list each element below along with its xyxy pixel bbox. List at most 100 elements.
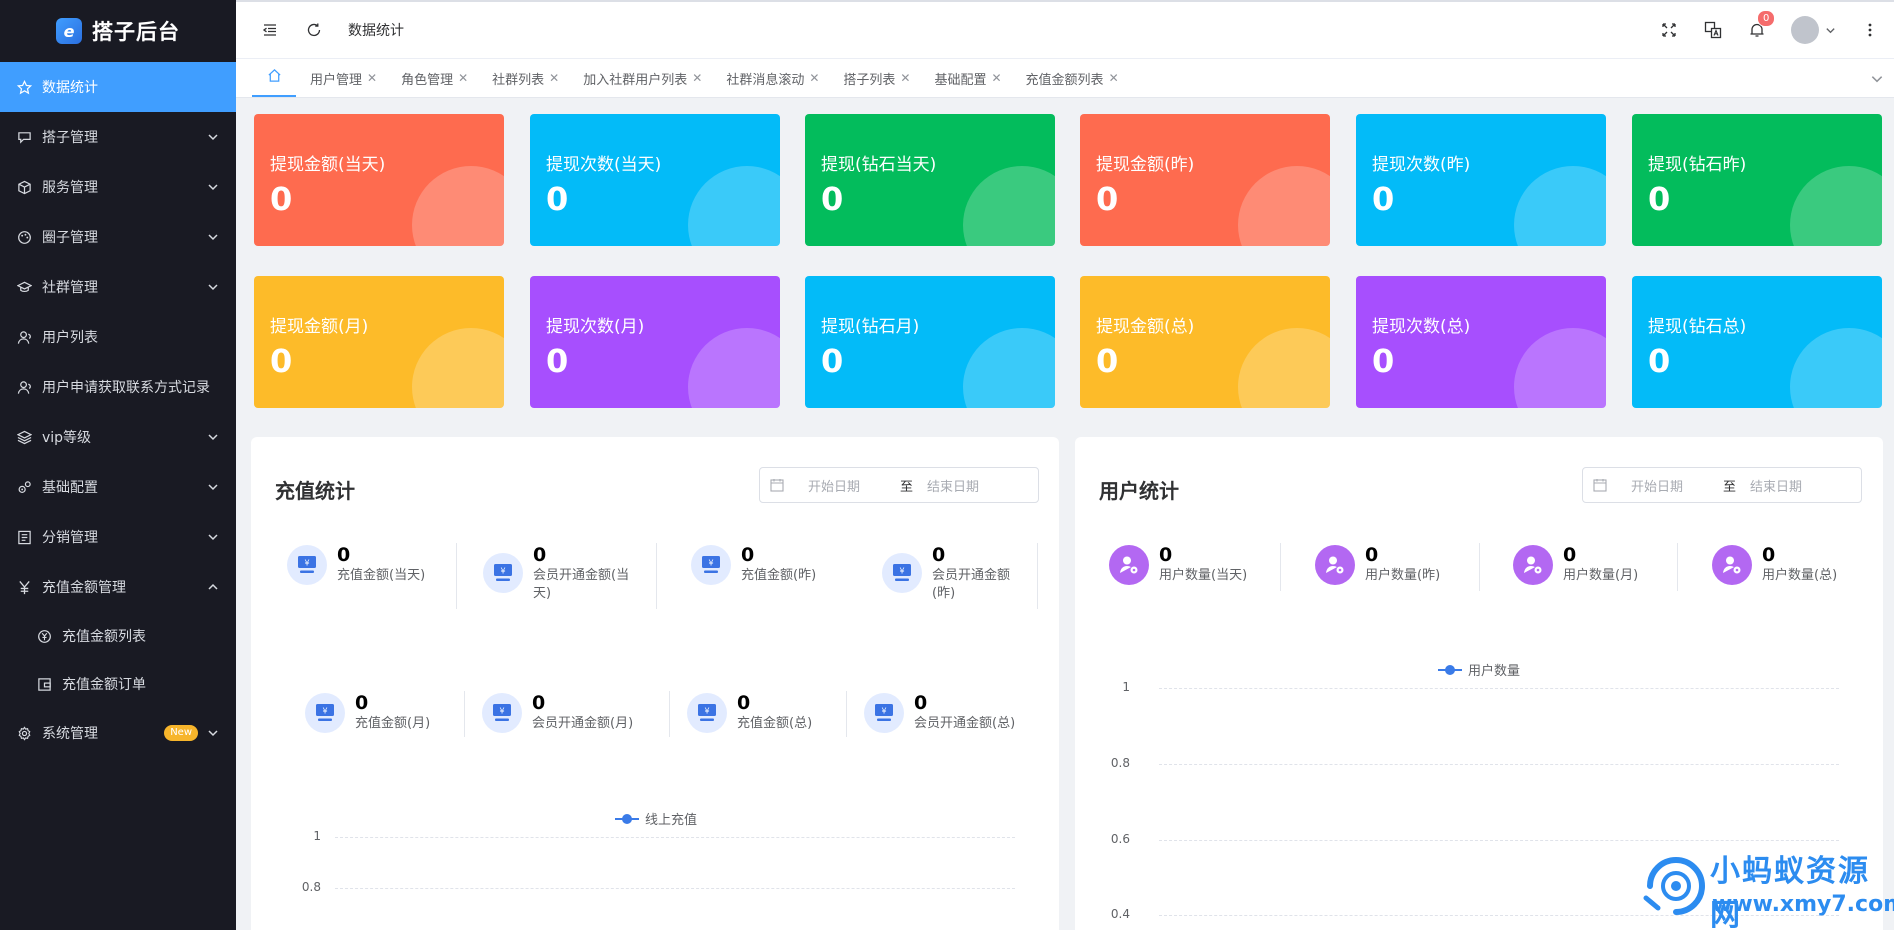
sidebar-item-basic-config[interactable]: 基础配置	[0, 462, 236, 512]
sidebar-item-service-management[interactable]: 服务管理	[0, 162, 236, 212]
stat-card-withdraw-diamond-total: 提现(钻石总) 0	[1632, 276, 1882, 408]
stat-card-withdraw-count-yesterday: 提现次数(昨) 0	[1356, 114, 1606, 246]
more-vertical-icon[interactable]	[1860, 20, 1880, 40]
tab-basic-config[interactable]: 基础配置 ✕	[920, 59, 1011, 97]
sidebar-item-label: 服务管理	[42, 180, 98, 196]
sidebar-item-dazi-management[interactable]: 搭子管理	[0, 112, 236, 162]
user-date-range-picker[interactable]: 开始日期 至 结束日期	[1582, 467, 1862, 503]
card-value: 0	[1096, 180, 1119, 218]
close-icon[interactable]: ✕	[900, 71, 910, 85]
avatar	[1791, 16, 1819, 44]
sidebar-item-vip-level[interactable]: vip等级	[0, 412, 236, 462]
calendar-icon	[1593, 478, 1607, 492]
card-title: 提现次数(当天)	[546, 155, 662, 175]
sidebar-item-label: 充值金额列表	[62, 629, 146, 645]
recharge-stat-amount-month: ¥ 0 充值金额(月)	[305, 691, 430, 733]
recharge-date-range-picker[interactable]: 开始日期 至 结束日期	[759, 467, 1039, 503]
legend-label: 线上充值	[645, 813, 698, 828]
sidebar-item-distribution-management[interactable]: 分销管理	[0, 512, 236, 562]
end-date-input[interactable]: 结束日期	[927, 476, 979, 495]
tab-user-management[interactable]: 用户管理 ✕	[296, 59, 387, 97]
close-icon[interactable]: ✕	[367, 71, 377, 85]
translate-icon[interactable]	[1703, 20, 1723, 40]
tab-community-message-scroll[interactable]: 社群消息滚动 ✕	[712, 59, 829, 97]
stat-label: 会员开通金额(当天)	[533, 568, 630, 601]
sidebar-item-circle-management[interactable]: 圈子管理	[0, 212, 236, 262]
divider	[1479, 543, 1480, 591]
tab-label: 用户管理	[310, 72, 363, 88]
calendar-icon	[770, 478, 784, 492]
tab-label: 社群消息滚动	[726, 72, 805, 88]
notification-bell-icon[interactable]: 0	[1747, 10, 1776, 40]
close-icon[interactable]: ✕	[692, 71, 702, 85]
sidebar-item-community-management[interactable]: 社群管理	[0, 262, 236, 312]
chart-legend-user-count[interactable]: 用户数量	[1438, 660, 1520, 679]
card-title: 提现次数(总)	[1372, 317, 1471, 337]
card-value: 0	[270, 180, 293, 218]
sidebar-item-label: 用户列表	[42, 330, 98, 346]
tab-home[interactable]	[252, 59, 296, 97]
card-decoration	[1790, 166, 1882, 246]
app-title: 搭子后台	[92, 20, 180, 44]
chevron-down-icon	[206, 530, 220, 544]
sidebar-item-recharge-management[interactable]: 充值金额管理	[0, 562, 236, 612]
start-date-input[interactable]: 开始日期	[1631, 476, 1717, 495]
close-icon[interactable]: ✕	[458, 71, 468, 85]
chevron-down-icon[interactable]	[1870, 71, 1884, 90]
tab-role-management[interactable]: 角色管理 ✕	[387, 59, 478, 97]
divider	[1677, 543, 1678, 591]
user-settings-icon	[1109, 545, 1149, 585]
sidebar-item-data-statistics[interactable]: 数据统计	[0, 62, 236, 112]
chevron-up-icon	[206, 580, 220, 594]
tab-community-list[interactable]: 社群列表 ✕	[478, 59, 569, 97]
user-stat-yesterday: 0 用户数量(昨)	[1315, 543, 1440, 585]
stat-value: 0	[737, 692, 751, 714]
svg-text:¥: ¥	[500, 567, 505, 576]
card-value: 0	[270, 342, 293, 380]
user-menu[interactable]	[1791, 16, 1836, 44]
y-axis-tick: 0.4	[1110, 907, 1130, 921]
end-date-input[interactable]: 结束日期	[1750, 476, 1802, 495]
start-date-input[interactable]: 开始日期	[808, 476, 894, 495]
stat-card-withdraw-diamond-month: 提现(钻石月) 0	[805, 276, 1055, 408]
stat-value: 0	[1563, 544, 1577, 566]
recharge-stat-amount-yesterday: ¥ 0 充值金额(昨)	[691, 543, 816, 585]
card-decoration	[1514, 328, 1606, 408]
app-logo[interactable]: e 搭子后台	[0, 0, 236, 62]
recharge-stat-membership-yesterday: ¥ 0 会员开通金额(昨)	[882, 543, 1028, 603]
tab-recharge-amount-list[interactable]: 充值金额列表 ✕	[1012, 59, 1129, 97]
close-icon[interactable]: ✕	[809, 71, 819, 85]
legend-line-marker	[1438, 664, 1462, 676]
card-value: 0	[1372, 180, 1395, 218]
card-title: 提现金额(月)	[270, 317, 369, 337]
watermark-title: 小蚂蚁资源网	[1710, 854, 1870, 930]
tab-joined-community-users[interactable]: 加入社群用户列表 ✕	[569, 59, 712, 97]
sidebar-item-recharge-amount-list[interactable]: 充值金额列表	[0, 612, 236, 660]
svg-text:¥: ¥	[881, 707, 886, 716]
refresh-icon[interactable]	[304, 20, 324, 40]
tab-dazi-list[interactable]: 搭子列表 ✕	[829, 59, 920, 97]
sidebar-item-system-management[interactable]: 系统管理 New	[0, 708, 236, 758]
card-decoration	[963, 166, 1055, 246]
sidebar-item-user-list[interactable]: 用户列表	[0, 312, 236, 362]
card-decoration	[412, 166, 504, 246]
collapse-menu-icon[interactable]	[260, 20, 280, 40]
close-icon[interactable]: ✕	[549, 71, 559, 85]
close-icon[interactable]: ✕	[991, 71, 1001, 85]
stat-value: 0	[1159, 544, 1173, 566]
chevron-down-icon	[206, 130, 220, 144]
fullscreen-icon[interactable]	[1659, 20, 1679, 40]
stat-label: 充值金额(月)	[355, 716, 431, 731]
panel-title: 充值统计	[275, 479, 355, 503]
legend-label: 用户数量	[1468, 664, 1521, 679]
sidebar-item-recharge-amount-orders[interactable]: 充值金额订单	[0, 660, 236, 708]
card-decoration	[963, 328, 1055, 408]
sidebar-item-contact-request-records[interactable]: 用户申请获取联系方式记录	[0, 362, 236, 412]
card-value: 0	[546, 180, 569, 218]
chart-legend-online-recharge[interactable]: 线上充值	[615, 809, 697, 828]
recharge-stat-amount-today: ¥ 0 充值金额(当天)	[287, 543, 425, 585]
card-value: 0	[1096, 342, 1119, 380]
stat-value: 0	[914, 692, 928, 714]
coin-icon	[36, 628, 52, 644]
close-icon[interactable]: ✕	[1109, 71, 1119, 85]
